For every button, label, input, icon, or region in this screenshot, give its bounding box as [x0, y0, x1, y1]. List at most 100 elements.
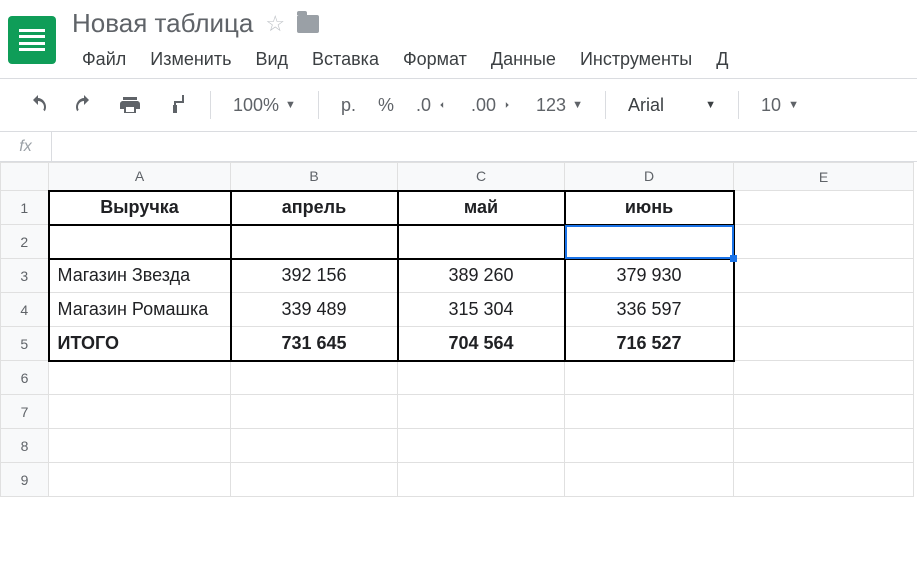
cell-B3[interactable]: 392 156	[231, 259, 398, 293]
font-picker[interactable]: Arial ▼	[622, 91, 722, 120]
cell-C2[interactable]	[398, 225, 565, 259]
row-header-5[interactable]: 5	[1, 327, 49, 361]
row-header-9[interactable]: 9	[1, 463, 49, 497]
cell-C8[interactable]	[398, 429, 565, 463]
menu-file[interactable]: Файл	[72, 45, 136, 74]
document-title[interactable]: Новая таблица	[72, 8, 253, 39]
row-header-7[interactable]: 7	[1, 395, 49, 429]
cell-A5[interactable]: ИТОГО	[49, 327, 231, 361]
sheets-logo[interactable]	[8, 16, 56, 64]
row-header-3[interactable]: 3	[1, 259, 49, 293]
cell-B7[interactable]	[231, 395, 398, 429]
cell-D7[interactable]	[565, 395, 734, 429]
cell-A3[interactable]: Магазин Звезда	[49, 259, 231, 293]
zoom-value: 100%	[233, 95, 279, 116]
cell-C3[interactable]: 389 260	[398, 259, 565, 293]
cell-C7[interactable]	[398, 395, 565, 429]
cell-D8[interactable]	[565, 429, 734, 463]
print-button[interactable]	[112, 89, 148, 121]
title-area: Новая таблица ☆ Файл Изменить Вид Вставк…	[72, 8, 909, 74]
menu-insert[interactable]: Вставка	[302, 45, 389, 74]
cell-E8[interactable]	[734, 429, 914, 463]
cell-D5[interactable]: 716 527	[565, 327, 734, 361]
font-size-picker[interactable]: 10 ▼	[755, 91, 805, 120]
row-header-6[interactable]: 6	[1, 361, 49, 395]
redo-button[interactable]	[66, 89, 102, 121]
cell-A8[interactable]	[49, 429, 231, 463]
formula-bar: fx	[0, 132, 917, 162]
cell-A9[interactable]	[49, 463, 231, 497]
cell-B6[interactable]	[231, 361, 398, 395]
row-header-1[interactable]: 1	[1, 191, 49, 225]
menu-data[interactable]: Данные	[481, 45, 566, 74]
cell-E1[interactable]	[734, 191, 914, 225]
chevron-down-icon: ▼	[572, 99, 583, 111]
row-3: 3 Магазин Звезда 392 156 389 260 379 930	[1, 259, 914, 293]
menu-tools[interactable]: Инструменты	[570, 45, 702, 74]
cell-A2[interactable]	[49, 225, 231, 259]
increase-decimal-button[interactable]: .00	[465, 91, 520, 120]
select-all-corner[interactable]	[1, 163, 49, 191]
cell-C5[interactable]: 704 564	[398, 327, 565, 361]
toolbar-separator	[605, 91, 606, 119]
cell-D3[interactable]: 379 930	[565, 259, 734, 293]
cell-B4[interactable]: 339 489	[231, 293, 398, 327]
cell-B2[interactable]	[231, 225, 398, 259]
arrow-right-icon	[500, 98, 514, 112]
arrow-left-icon	[435, 98, 449, 112]
decrease-decimal-button[interactable]: .0	[410, 91, 455, 120]
spreadsheet-grid[interactable]: A B C D E 1 Выручка апрель май июнь 2 3 …	[0, 162, 917, 497]
cell-D9[interactable]	[565, 463, 734, 497]
cell-D4[interactable]: 336 597	[565, 293, 734, 327]
star-icon[interactable]: ☆	[265, 11, 285, 37]
row-header-8[interactable]: 8	[1, 429, 49, 463]
cell-A7[interactable]	[49, 395, 231, 429]
menu-addons[interactable]: Д	[706, 45, 738, 74]
cell-B9[interactable]	[231, 463, 398, 497]
menu-view[interactable]: Вид	[245, 45, 298, 74]
cell-E9[interactable]	[734, 463, 914, 497]
cell-C1[interactable]: май	[398, 191, 565, 225]
toolbar-separator	[738, 91, 739, 119]
cell-B1[interactable]: апрель	[231, 191, 398, 225]
col-header-D[interactable]: D	[565, 163, 734, 191]
cell-E7[interactable]	[734, 395, 914, 429]
cell-C6[interactable]	[398, 361, 565, 395]
paint-format-button[interactable]	[158, 89, 194, 121]
row-9: 9	[1, 463, 914, 497]
undo-button[interactable]	[20, 89, 56, 121]
menu-format[interactable]: Формат	[393, 45, 477, 74]
cell-D6[interactable]	[565, 361, 734, 395]
cell-E2[interactable]	[734, 225, 914, 259]
formula-input[interactable]	[52, 132, 917, 161]
cell-D2[interactable]	[565, 225, 734, 259]
cell-A4[interactable]: Магазин Ромашка	[49, 293, 231, 327]
more-formats-button[interactable]: 123 ▼	[530, 91, 589, 120]
col-header-C[interactable]: C	[398, 163, 565, 191]
cell-E6[interactable]	[734, 361, 914, 395]
title-row: Новая таблица ☆	[72, 8, 909, 39]
format-percent-button[interactable]: %	[372, 91, 400, 120]
col-header-E[interactable]: E	[734, 163, 914, 191]
format-currency-button[interactable]: р.	[335, 91, 362, 120]
cell-E3[interactable]	[734, 259, 914, 293]
col-header-B[interactable]: B	[231, 163, 398, 191]
cell-B8[interactable]	[231, 429, 398, 463]
fx-label[interactable]: fx	[0, 132, 52, 161]
cell-C4[interactable]: 315 304	[398, 293, 565, 327]
cell-E5[interactable]	[734, 327, 914, 361]
row-header-2[interactable]: 2	[1, 225, 49, 259]
menu-edit[interactable]: Изменить	[140, 45, 241, 74]
cell-E4[interactable]	[734, 293, 914, 327]
row-header-4[interactable]: 4	[1, 293, 49, 327]
folder-icon[interactable]	[297, 15, 319, 33]
cell-A1[interactable]: Выручка	[49, 191, 231, 225]
col-header-A[interactable]: A	[49, 163, 231, 191]
cell-B5[interactable]: 731 645	[231, 327, 398, 361]
zoom-picker[interactable]: 100% ▼	[227, 91, 302, 120]
cell-D1[interactable]: июнь	[565, 191, 734, 225]
chevron-down-icon: ▼	[788, 99, 799, 111]
cell-C9[interactable]	[398, 463, 565, 497]
undo-icon	[26, 93, 50, 117]
cell-A6[interactable]	[49, 361, 231, 395]
